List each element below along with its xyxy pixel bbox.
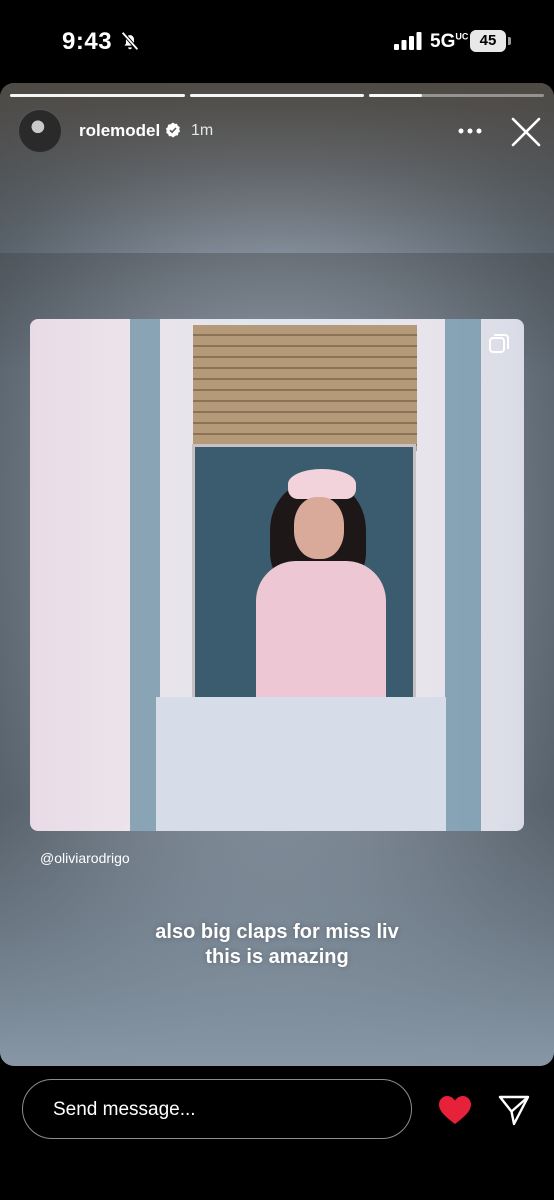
story-username[interactable]: rolemodel	[79, 121, 160, 141]
bell-muted-icon	[121, 31, 139, 51]
multiple-photos-icon	[489, 334, 509, 353]
caption-line: also big claps for miss liv	[155, 921, 399, 943]
progress-segment	[369, 94, 545, 97]
story-progress	[10, 94, 545, 97]
status-time: 9:43	[62, 28, 113, 55]
message-placeholder: Send message...	[53, 1099, 196, 1120]
send-message-input[interactable]: Send message...	[22, 1079, 412, 1139]
verified-badge-icon	[165, 122, 181, 138]
avatar[interactable]	[18, 109, 62, 153]
caption-line: this is amazing	[205, 946, 349, 968]
story-caption: also big claps for miss liv this is amaz…	[0, 920, 554, 970]
battery-icon: 45	[470, 30, 512, 52]
window-blinds	[193, 325, 417, 451]
shared-post-image[interactable]	[30, 319, 524, 831]
battery-level: 45	[470, 30, 506, 52]
progress-segment	[189, 94, 365, 97]
more-options-icon[interactable]	[457, 121, 483, 141]
status-bar: 9:43 5GUC 45	[0, 0, 554, 82]
signal-icon	[394, 32, 422, 50]
mention-link[interactable]: @oliviarodrigo	[40, 850, 130, 866]
close-icon[interactable]	[510, 116, 542, 148]
story-time: 1m	[191, 122, 214, 139]
progress-segment	[10, 94, 185, 97]
network-indicator: 5GUC	[430, 31, 469, 52]
like-heart-icon[interactable]	[438, 1095, 472, 1125]
send-direct-icon[interactable]	[497, 1093, 531, 1127]
